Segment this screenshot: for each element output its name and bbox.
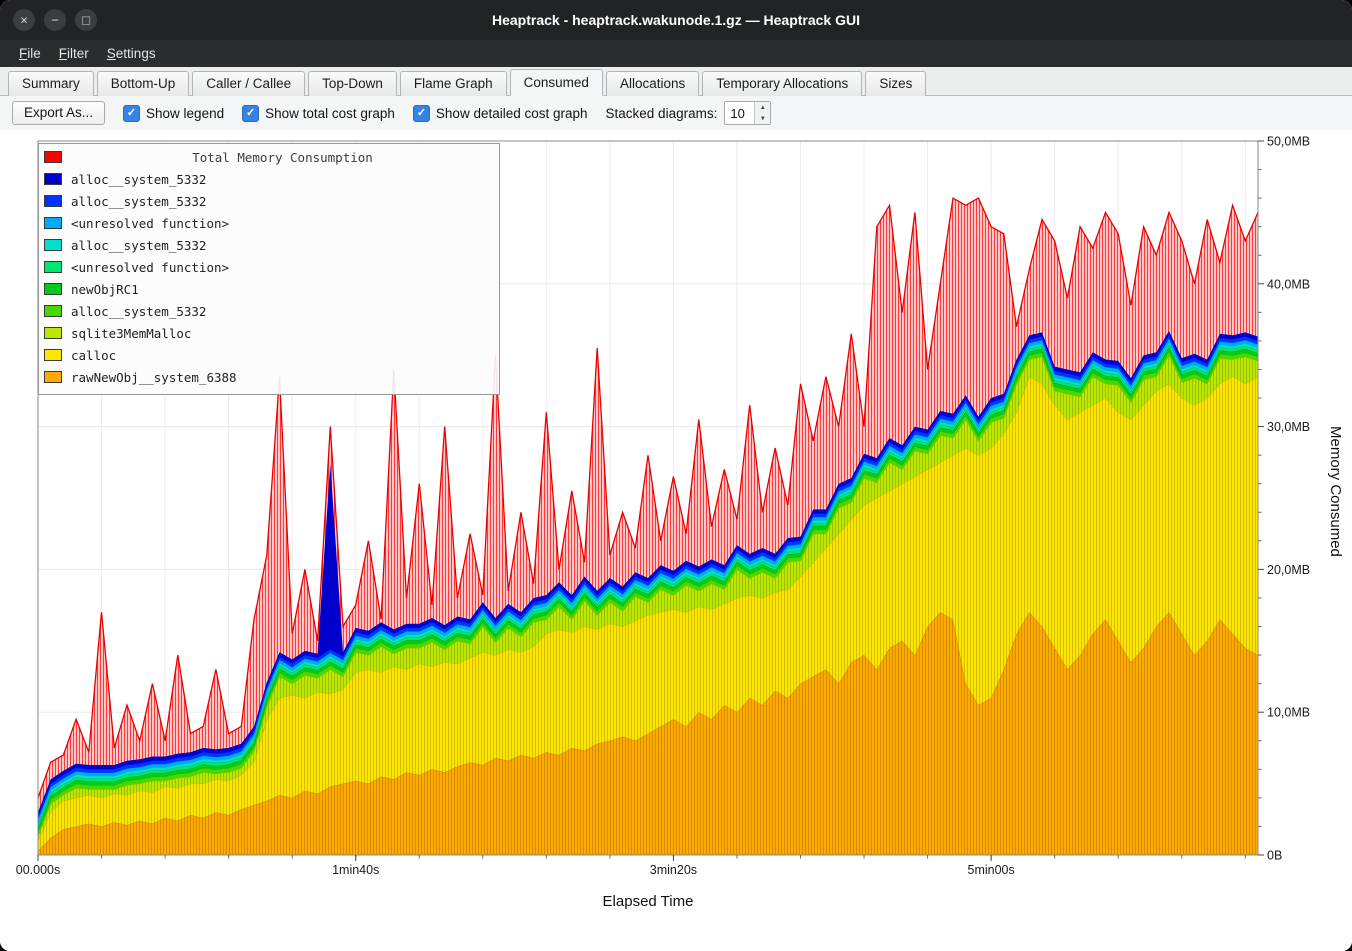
legend-entry: <unresolved function> [44,256,494,278]
menubar: FileFilterSettings [0,40,1352,67]
svg-text:00.000s: 00.000s [16,863,60,877]
svg-text:0B: 0B [1267,849,1282,863]
checkmark-icon: ✓ [242,105,259,122]
toolbar: Export As... ✓ Show legend ✓ Show total cos… [0,96,1352,130]
legend-entry: alloc__system_5332 [44,234,494,256]
spinner-down-icon[interactable]: ▼ [755,113,770,124]
spinner-up-icon[interactable]: ▲ [755,102,770,113]
checkbox-label: Show total cost graph [265,106,395,121]
checkbox-show-detailed-cost-graph[interactable]: ✓ Show detailed cost graph [413,105,588,122]
legend-label: <unresolved function> [71,216,229,231]
menu-filter[interactable]: Filter [50,42,98,65]
titlebar[interactable]: × − □ Heaptrack - heaptrack.wakunode.1.g… [0,0,1352,40]
tab-bottom-up[interactable]: Bottom-Up [97,71,190,96]
legend-swatch [44,217,62,229]
legend-entry: alloc__system_5332 [44,300,494,322]
legend-label: calloc [71,348,116,363]
stacked-diagrams-group: Stacked diagrams: 10 ▲ ▼ [606,101,772,125]
svg-text:30,0MB: 30,0MB [1267,420,1310,434]
checkmark-icon: ✓ [123,105,140,122]
window-title: Heaptrack - heaptrack.wakunode.1.gz — He… [0,12,1352,28]
legend-swatch [44,349,62,361]
legend-swatch [44,305,62,317]
svg-text:1min40s: 1min40s [332,863,379,877]
window-controls: × − □ [0,9,97,31]
svg-text:Memory Consumed: Memory Consumed [1327,426,1344,557]
legend-label: rawNewObj__system_6388 [71,370,237,385]
checkbox-label: Show legend [146,106,224,121]
legend-title: Total Memory Consumption [71,150,494,165]
legend-entry: <unresolved function> [44,212,494,234]
tab-bar: SummaryBottom-UpCaller / CalleeTop-DownF… [0,67,1352,96]
legend-label: alloc__system_5332 [71,194,206,209]
maximize-button[interactable]: □ [75,9,97,31]
minimize-button[interactable]: − [44,9,66,31]
stacked-diagrams-value: 10 [725,102,754,124]
menu-settings[interactable]: Settings [98,42,165,65]
svg-text:50,0MB: 50,0MB [1267,135,1310,149]
svg-text:20,0MB: 20,0MB [1267,563,1310,577]
svg-text:10,0MB: 10,0MB [1267,706,1310,720]
legend-entry: calloc [44,344,494,366]
svg-text:40,0MB: 40,0MB [1267,277,1310,291]
legend-label: alloc__system_5332 [71,238,206,253]
legend-swatch [44,283,62,295]
tab-top-down[interactable]: Top-Down [308,71,397,96]
chart-area[interactable]: 0B 10,0MB 20,0MB 30,0MB 40,0MB 50,0MB 00.000s 1… [0,130,1352,951]
tab-sizes[interactable]: Sizes [865,71,926,96]
svg-text:5min00s: 5min00s [968,863,1015,877]
menu-file[interactable]: File [10,42,50,65]
tab-temporary-allocations[interactable]: Temporary Allocations [702,71,862,96]
checkbox-show-total-cost-graph[interactable]: ✓ Show total cost graph [242,105,395,122]
legend-label: sqlite3MemMalloc [71,326,191,341]
legend-swatch [44,327,62,339]
chart-legend: Total Memory Consumption alloc__system_53… [38,143,500,395]
legend-label: newObjRC1 [71,282,139,297]
tab-caller-callee[interactable]: Caller / Callee [192,71,305,96]
legend-swatch [44,239,62,251]
toolbar-checkboxes: ✓ Show legend ✓ Show total cost graph ✓ Show … [123,105,588,122]
legend-entry: alloc__system_5332 [44,190,494,212]
checkbox-show-legend[interactable]: ✓ Show legend [123,105,224,122]
svg-text:Elapsed Time: Elapsed Time [603,893,694,910]
legend-swatch [44,261,62,273]
legend-title-row: Total Memory Consumption [44,146,494,168]
checkbox-label: Show detailed cost graph [436,106,588,121]
legend-label: <unresolved function> [71,260,229,275]
close-icon: × [20,13,28,26]
export-as-button[interactable]: Export As... [12,101,105,125]
legend-entry: rawNewObj__system_6388 [44,366,494,388]
legend-entry: alloc__system_5332 [44,168,494,190]
tab-flame-graph[interactable]: Flame Graph [400,71,507,96]
legend-swatch [44,371,62,383]
checkmark-icon: ✓ [413,105,430,122]
legend-swatch [44,195,62,207]
legend-label: alloc__system_5332 [71,304,206,319]
minimize-icon: − [51,13,59,26]
stacked-diagrams-label: Stacked diagrams: [606,106,718,121]
legend-entry: sqlite3MemMalloc [44,322,494,344]
legend-swatch [44,151,62,163]
tab-consumed[interactable]: Consumed [510,69,603,96]
tab-summary[interactable]: Summary [8,71,94,96]
legend-label: alloc__system_5332 [71,172,206,187]
legend-swatch [44,173,62,185]
heaptrack-window: × − □ Heaptrack - heaptrack.wakunode.1.g… [0,0,1352,951]
svg-text:3min20s: 3min20s [650,863,697,877]
legend-entry: newObjRC1 [44,278,494,300]
stacked-diagrams-spinner[interactable]: 10 ▲ ▼ [724,101,771,125]
maximize-icon: □ [82,13,90,26]
close-button[interactable]: × [13,9,35,31]
tab-allocations[interactable]: Allocations [606,71,699,96]
